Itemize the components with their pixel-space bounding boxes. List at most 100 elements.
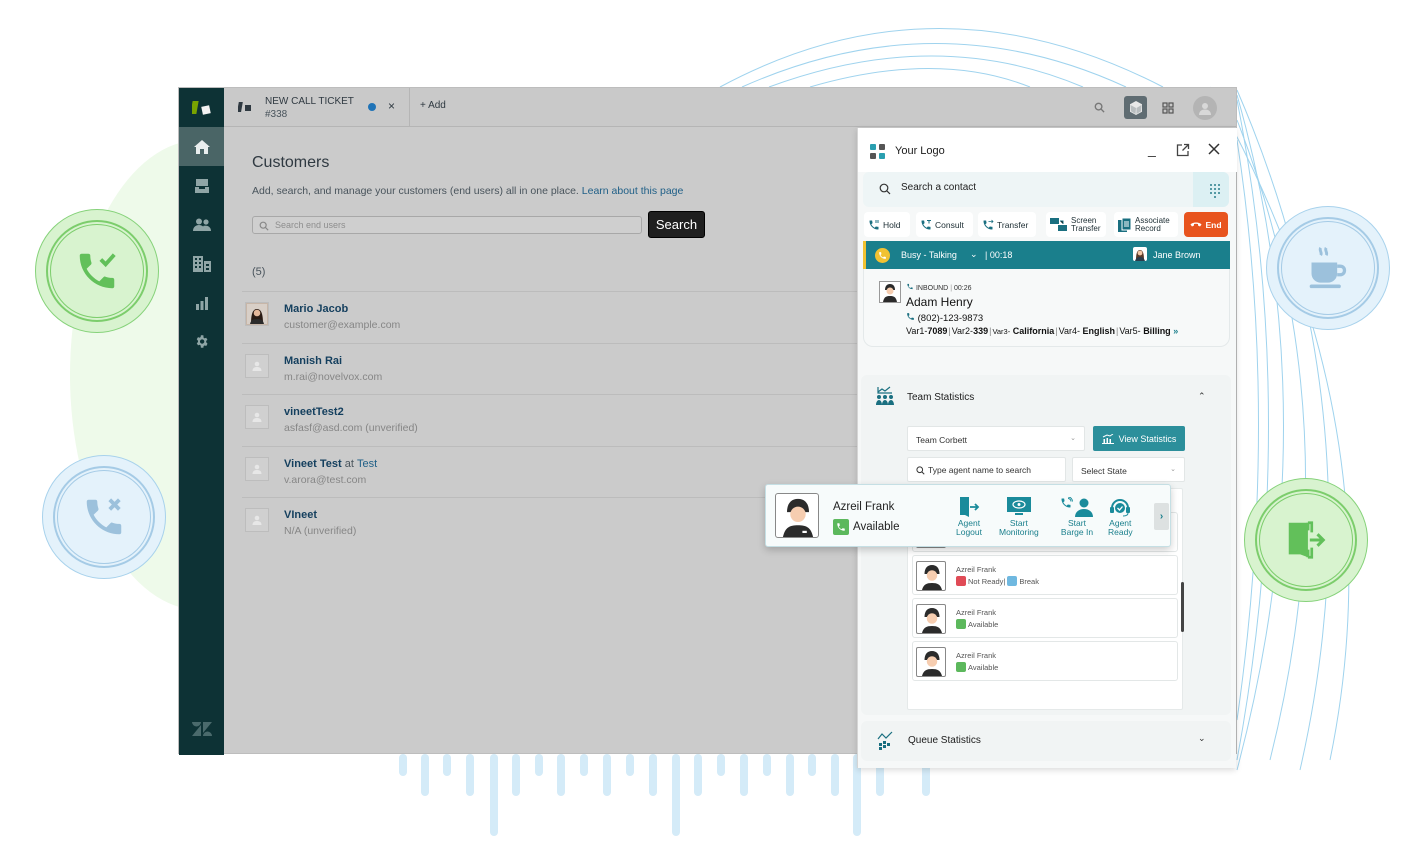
widget-header: Your Logo _ — [858, 128, 1237, 172]
customer-email: asfasf@asd.com (unverified) — [284, 422, 418, 434]
contact-search-input[interactable] — [901, 182, 1181, 193]
agent-logout-button[interactable]: Agent Logout — [956, 497, 982, 537]
call-rejected-badge — [42, 455, 166, 579]
customers-page: Customers Add, search, and manage your c… — [224, 127, 858, 755]
search-end-users-field[interactable] — [252, 216, 642, 234]
page-description: Add, search, and manage your customers (… — [252, 185, 684, 197]
chevron-down-icon: ⌄ — [1070, 435, 1076, 442]
nav-admin[interactable] — [179, 322, 224, 361]
default-avatar-icon — [252, 464, 262, 474]
default-avatar-icon — [252, 515, 262, 525]
nav-reporting[interactable] — [179, 283, 224, 322]
agent-row[interactable]: Azreil Frank Available — [912, 598, 1178, 638]
available-status-icon — [956, 662, 966, 672]
search-end-users-input[interactable] — [275, 218, 635, 232]
break-badge — [1266, 206, 1390, 330]
status-dropdown-chevron-icon[interactable]: ⌄ — [970, 249, 978, 260]
nav-customers[interactable] — [179, 205, 224, 244]
apps-button[interactable] — [1162, 101, 1174, 114]
minimize-icon[interactable]: _ — [1148, 141, 1156, 157]
monitor-eye-icon — [1006, 497, 1031, 515]
top-bar: NEW CALL TICKET #338 × + Add — [224, 88, 1236, 127]
headset-check-icon — [1110, 499, 1131, 517]
popout-icon[interactable] — [1176, 143, 1190, 157]
caller-person-icon — [883, 284, 897, 302]
view-statistics-button[interactable]: View Statistics — [1093, 426, 1185, 451]
learn-more-link[interactable]: Learn about this page — [582, 185, 684, 197]
screen-transfer-button[interactable]: Screen Transfer — [1046, 212, 1106, 237]
queue-statistics-panel[interactable]: Queue Statistics ⌄ — [861, 721, 1231, 761]
status-label: Busy - Talking — [901, 250, 957, 260]
agent-list-scrollbar[interactable] — [1181, 582, 1184, 632]
agent-search-input[interactable] — [928, 465, 1058, 475]
search-button[interactable]: Search — [648, 211, 705, 238]
customer-name[interactable]: Mario Jacob — [284, 303, 348, 315]
customer-row[interactable]: Mario Jacob customer@example.com — [242, 291, 858, 343]
customer-name[interactable]: Manish Rai — [284, 355, 342, 367]
search-button[interactable] — [1091, 102, 1107, 113]
end-call-button[interactable]: End — [1184, 212, 1228, 237]
door-exit-icon — [1288, 521, 1326, 559]
bar-chart-icon — [195, 296, 208, 310]
close-tab-icon[interactable]: × — [388, 99, 395, 113]
caller-avatar — [879, 281, 901, 303]
agent-row[interactable]: Azreil Frank Available — [912, 641, 1178, 681]
product-tray-button[interactable] — [1124, 96, 1147, 119]
phone-x-icon — [86, 498, 122, 535]
logout-badge — [1244, 478, 1368, 602]
close-icon[interactable] — [1208, 143, 1220, 155]
user-avatar[interactable] — [1193, 95, 1217, 120]
team-select[interactable]: Team Corbett ⌄ — [907, 426, 1085, 451]
customer-email: m.rai@novelvox.com — [284, 370, 383, 383]
agent-search-field[interactable] — [907, 457, 1066, 482]
customer-name[interactable]: Vineet Test at Test — [284, 458, 377, 470]
agent-name: Jane Brown — [1153, 250, 1201, 260]
break-status-icon — [1007, 576, 1018, 586]
transfer-button[interactable]: Transfer — [978, 212, 1036, 237]
collapse-chevron-up-icon[interactable]: ⌃ — [1198, 391, 1206, 402]
start-barge-in-button[interactable]: Start Barge In — [1060, 497, 1094, 537]
expand-chevron-down-icon[interactable]: ⌄ — [1198, 733, 1206, 744]
nav-views[interactable] — [179, 166, 224, 205]
dialpad-button[interactable] — [1193, 172, 1229, 207]
more-variables-icon[interactable]: » — [1173, 326, 1178, 336]
customer-row[interactable]: vineetTest2 asfasf@asd.com (unverified) — [242, 394, 858, 446]
phone-icon — [907, 313, 914, 320]
agent-row[interactable]: Azreil Frank Not Ready| Break — [912, 555, 1178, 595]
user-icon — [1199, 102, 1211, 115]
contact-search[interactable] — [863, 172, 1229, 207]
organization-link[interactable]: Test — [357, 458, 377, 470]
building-icon — [192, 255, 211, 272]
next-actions-chevron-icon[interactable]: › — [1154, 503, 1169, 530]
widget-title: Your Logo — [895, 145, 945, 157]
caller-name: Adam Henry — [906, 295, 973, 309]
home-icon — [193, 139, 210, 154]
customer-email: N/A (unverified) — [284, 525, 357, 537]
agent-person-icon — [782, 498, 814, 537]
app-logo[interactable] — [179, 88, 224, 127]
users-icon — [192, 218, 211, 231]
consult-button[interactable]: Consult — [916, 212, 973, 237]
top-bar-actions — [1091, 88, 1236, 127]
customer-name[interactable]: VIneet — [284, 509, 317, 521]
customer-row[interactable]: Manish Rai m.rai@novelvox.com — [242, 342, 858, 395]
hold-button[interactable]: Hold — [864, 212, 910, 237]
associate-record-button[interactable]: Associate Record — [1114, 212, 1178, 237]
person-photo-icon — [247, 304, 267, 324]
inbox-icon — [194, 178, 209, 193]
ticket-tab[interactable]: NEW CALL TICKET #338 × — [224, 88, 410, 127]
start-monitoring-button[interactable]: Start Monitoring — [999, 497, 1039, 537]
nav-organizations[interactable] — [179, 244, 224, 283]
add-tab-button[interactable]: + Add — [420, 100, 446, 111]
nav-home[interactable] — [179, 127, 224, 166]
hang-up-icon — [1190, 222, 1202, 226]
available-status-icon — [833, 519, 849, 535]
queue-statistics-title: Queue Statistics — [908, 735, 981, 746]
agent-action-card: Azreil Frank Available Agent Logout Star… — [765, 484, 1171, 547]
screen-transfer-icon — [1050, 217, 1067, 231]
customer-name[interactable]: vineetTest2 — [284, 406, 344, 418]
stage: NEW CALL TICKET #338 × + Add Customers A… — [0, 0, 1416, 842]
agent-avatar — [916, 647, 946, 677]
agent-ready-button[interactable]: Agent Ready — [1108, 497, 1133, 537]
state-select[interactable]: Select State ⌄ — [1072, 457, 1185, 482]
